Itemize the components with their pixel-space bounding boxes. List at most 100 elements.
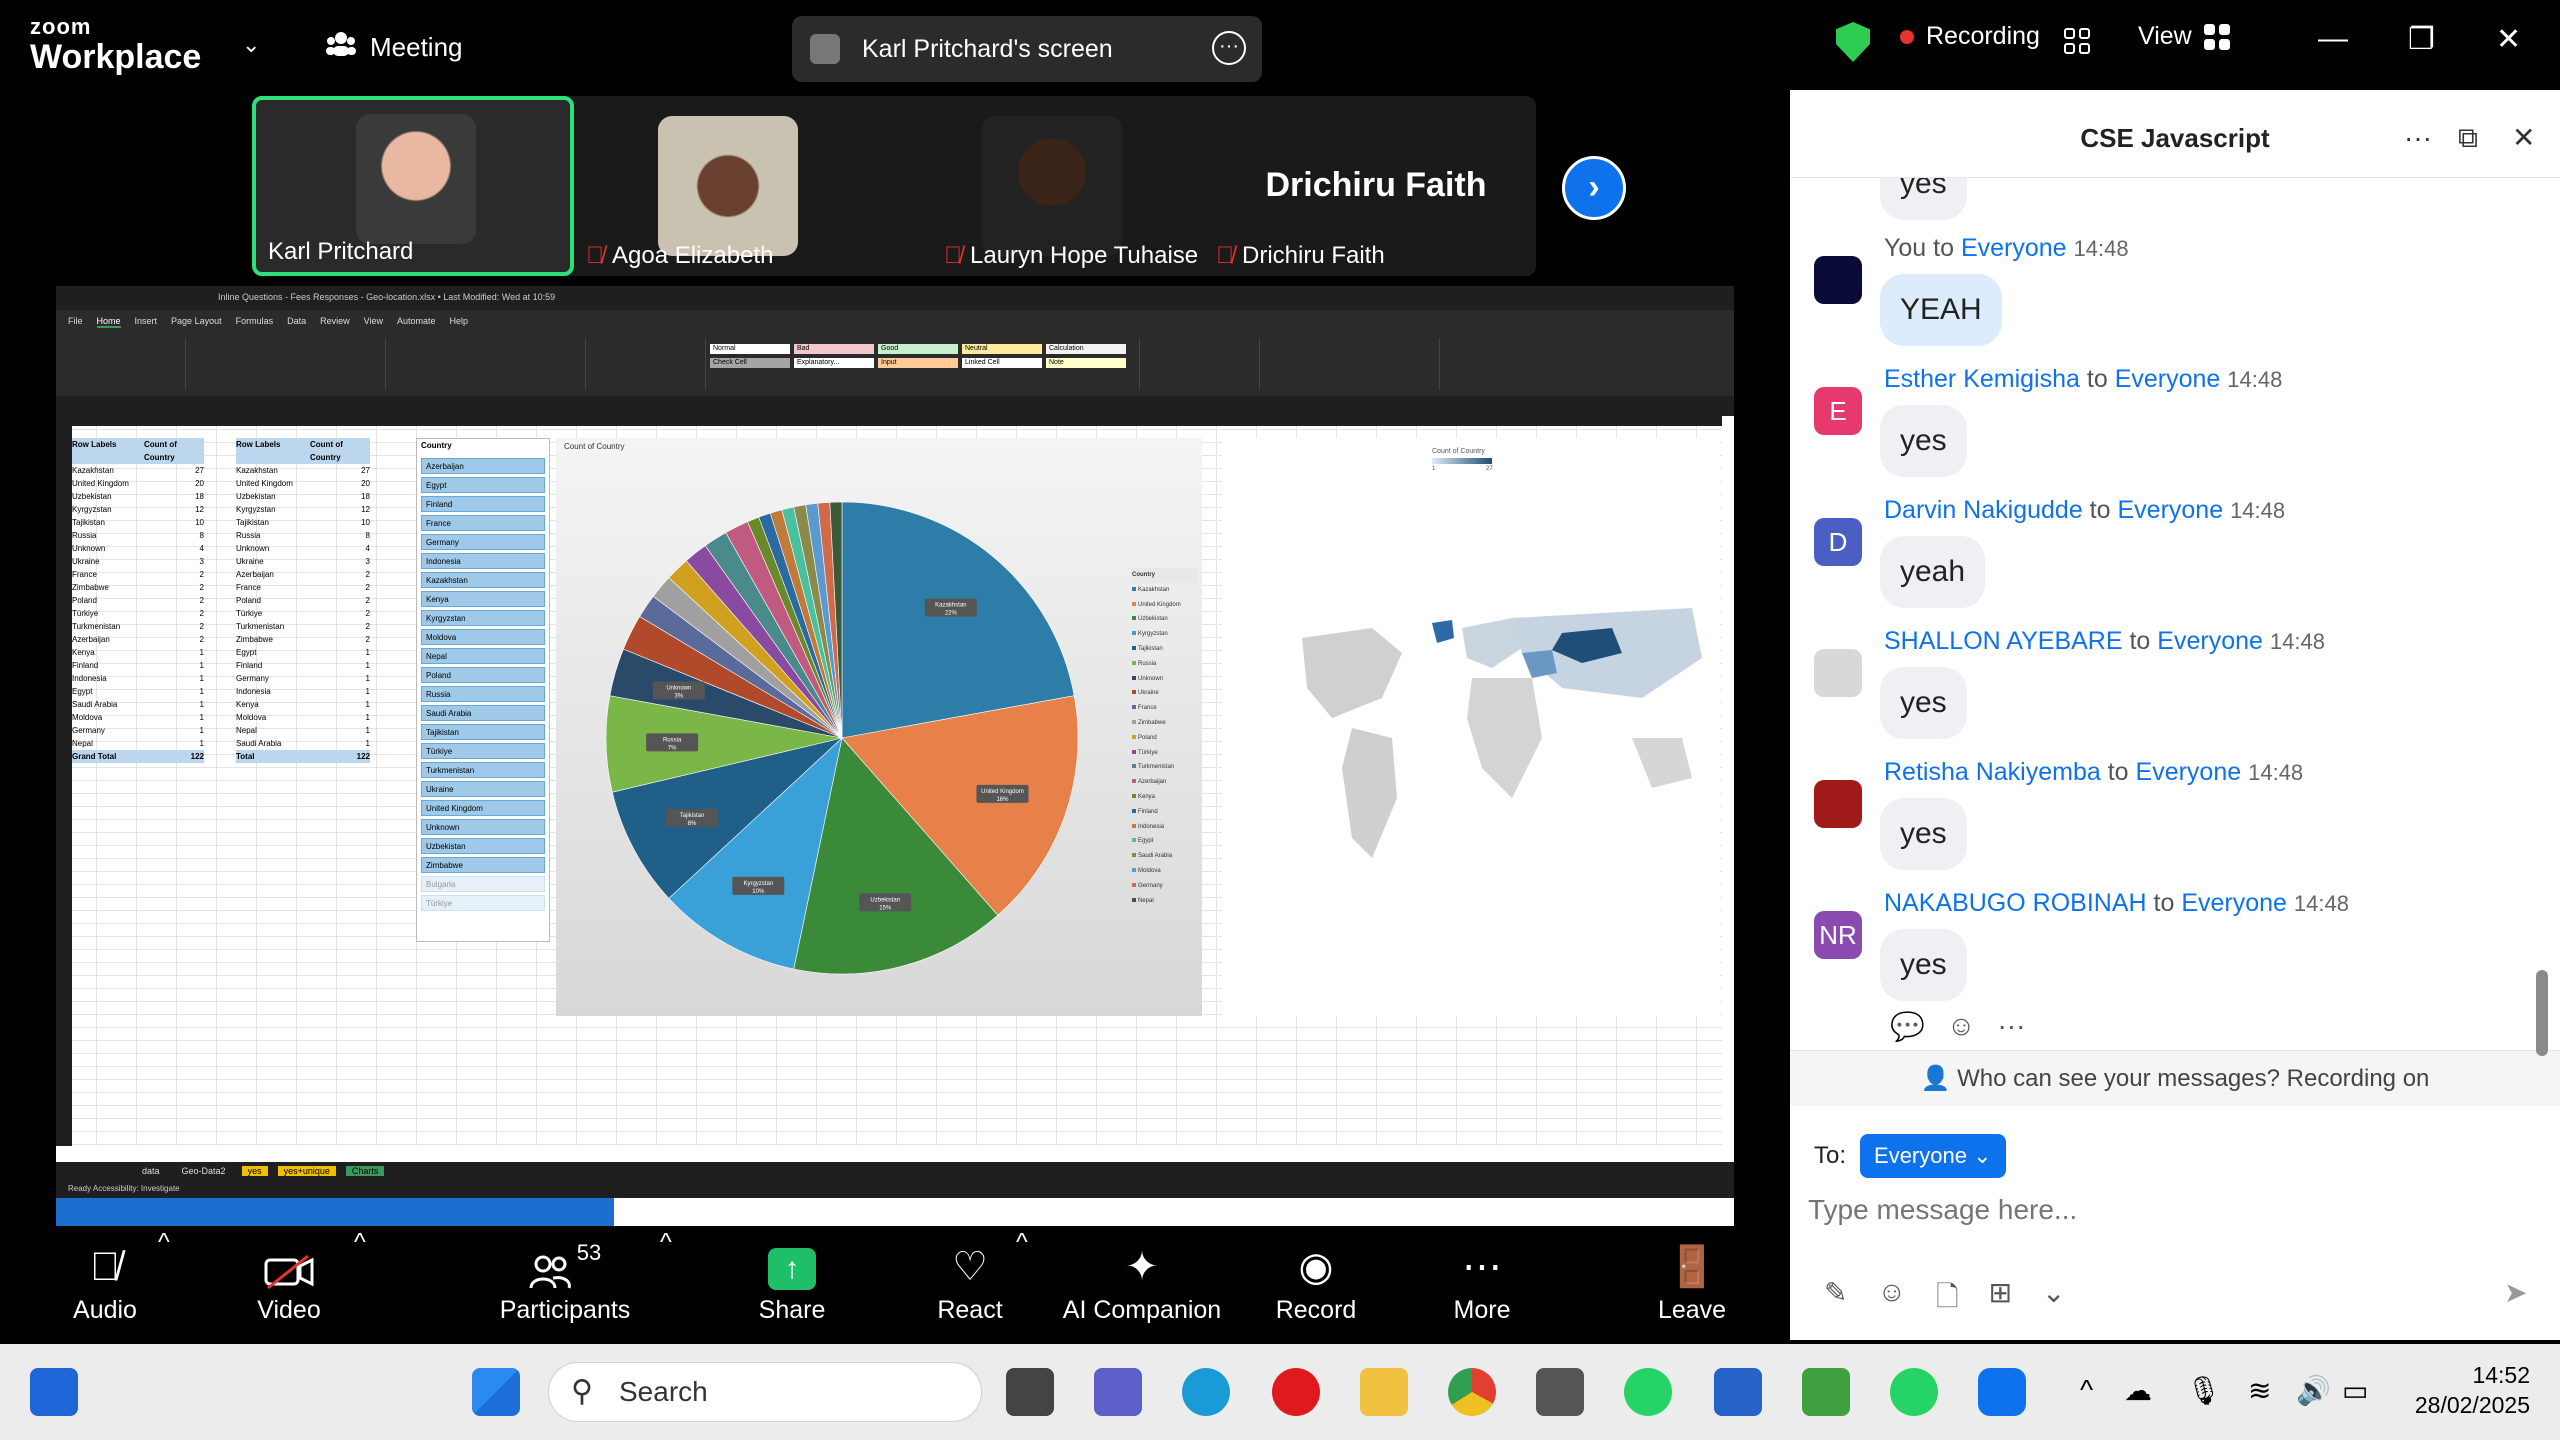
reply-icon[interactable]: 💬 (1890, 1010, 1925, 1043)
react-button[interactable]: ♡ React (920, 1228, 1020, 1340)
audio-options-caret[interactable]: ^ (158, 1228, 170, 1340)
pivot-row[interactable]: Germany 1 (236, 672, 370, 685)
pivot-row[interactable]: Turkmenistan 2 (72, 620, 204, 633)
country-slicer[interactable]: Country Azerbaijan Egypt Finland France Germ… (416, 438, 550, 942)
chat-more-icon[interactable]: ··· (2404, 90, 2432, 186)
battery-icon[interactable]: ▭ (2342, 1374, 2368, 1407)
edge-icon[interactable] (1182, 1368, 1230, 1416)
formula-bar[interactable] (56, 396, 1734, 416)
legend-item[interactable]: Indonesia (1132, 820, 1198, 835)
participants-options-caret[interactable]: ^ (660, 1228, 672, 1340)
audio-button[interactable]: 🎙̸ Audio (60, 1228, 150, 1340)
view-menu[interactable]: View (2138, 22, 2230, 51)
pivot-row[interactable]: Finland 1 (72, 659, 204, 672)
pivot-row[interactable]: Kenya 1 (236, 698, 370, 711)
add-reaction-icon[interactable]: ☺ (1947, 1010, 1976, 1043)
legend-item[interactable]: Egypt (1132, 834, 1198, 849)
file-icon[interactable]: 🗋 (1936, 1276, 1959, 1324)
pivot-row[interactable]: Indonesia 1 (72, 672, 204, 685)
pivot-row[interactable]: Tajikistan 10 (72, 516, 204, 529)
legend-item[interactable]: Saudi Arabia (1132, 849, 1198, 864)
chevron-down-icon[interactable]: ⌄ (2042, 1276, 2065, 1324)
sheet-tab[interactable]: Geo-Data2 (176, 1166, 232, 1176)
ribbon-tab[interactable]: Home (96, 316, 121, 328)
pivot-row[interactable]: Zimbabwe 2 (72, 581, 204, 594)
store-icon[interactable] (1714, 1368, 1762, 1416)
share-button[interactable]: ↑ Share (744, 1228, 840, 1340)
pivot-row[interactable]: Russia 8 (236, 529, 370, 542)
avatar[interactable] (1814, 256, 1862, 304)
legend-item[interactable]: Uzbekistan (1132, 612, 1198, 627)
legend-item[interactable]: Moldova (1132, 864, 1198, 879)
ribbon-tab[interactable]: View (364, 316, 383, 328)
recording-notice[interactable]: 👤 Who can see your messages? Recording o… (1790, 1050, 2560, 1106)
avatar[interactable] (1814, 649, 1862, 697)
taskbar-search[interactable]: ⚲ Search (548, 1362, 982, 1422)
ribbon-tab[interactable]: Review (320, 316, 350, 328)
teams-icon[interactable] (1094, 1368, 1142, 1416)
legend-item[interactable]: Kenya (1132, 790, 1198, 805)
style-cell[interactable]: Linked Cell (962, 358, 1042, 368)
close-icon[interactable]: ✕ (2496, 22, 2521, 57)
video-options-caret[interactable]: ^ (354, 1228, 366, 1340)
sheet-tab[interactable]: Charts (345, 1166, 385, 1176)
ribbon-tab[interactable]: Insert (135, 316, 158, 328)
sender-name[interactable]: NAKABUGO ROBINAH (1884, 889, 2147, 917)
pivot-row[interactable]: Egypt 1 (236, 646, 370, 659)
slicer-item[interactable]: Egypt (421, 477, 545, 493)
pivot-row[interactable]: Saudi Arabia 1 (72, 698, 204, 711)
pivot-row[interactable]: Poland 2 (72, 594, 204, 607)
style-cell[interactable]: Neutral (962, 344, 1042, 354)
pivot-table-1[interactable]: Row Labels Count of Country Kazakhstan 27 Un… (72, 438, 204, 763)
security-shield-icon[interactable] (1836, 22, 1870, 62)
shared-screen-pill[interactable]: Karl Pritchard's screen ··· (792, 16, 1262, 82)
slicer-item[interactable]: Azerbaijan (421, 458, 545, 474)
pivot-row[interactable]: Unknown 4 (72, 542, 204, 555)
avatar[interactable] (1814, 780, 1862, 828)
slicer-item[interactable]: Ukraine (421, 781, 545, 797)
slicer-item[interactable]: Zimbabwe (421, 857, 545, 873)
zoom-logo[interactable]: zoom Workplace (30, 16, 201, 75)
more-options-icon[interactable]: ··· (1212, 31, 1246, 65)
sender-name[interactable]: Retisha Nakiyemba (1884, 758, 2101, 786)
slicer-item-disabled[interactable]: Türkiye (421, 895, 545, 911)
sender-name[interactable]: Darvin Nakigudde (1884, 496, 2083, 524)
legend-item[interactable]: Finland (1132, 805, 1198, 820)
style-cell[interactable]: Check Cell (710, 358, 790, 368)
widgets-icon[interactable] (30, 1368, 78, 1416)
map-chart[interactable]: Count of Country 1 27 (1222, 438, 1720, 1016)
screenshot-icon[interactable]: ⊞ (1989, 1276, 2012, 1324)
slicer-item[interactable]: Poland (421, 667, 545, 683)
slicer-item[interactable]: Unknown (421, 819, 545, 835)
more-actions-icon[interactable]: ··· (1997, 1010, 2025, 1043)
slicer-item[interactable]: Türkiye (421, 743, 545, 759)
pivot-row[interactable]: Kyrgyzstan 12 (236, 503, 370, 516)
chat-messages[interactable]: yes You to Everyone 14:48 YEAH E Esther Kem… (1790, 178, 2560, 1058)
chevron-up-icon[interactable]: ^ (2080, 1374, 2093, 1406)
ribbon-tab[interactable]: Data (287, 316, 306, 328)
sender-name[interactable]: SHALLON AYEBARE (1884, 627, 2123, 655)
send-icon[interactable]: ➤ (2504, 1276, 2527, 1309)
pivot-row[interactable]: Kazakhstan 27 (72, 464, 204, 477)
legend-item[interactable]: Germany (1132, 879, 1198, 894)
style-cell[interactable]: Calculation (1046, 344, 1126, 354)
taskbar-clock[interactable]: 14:52 28/02/2025 (2406, 1360, 2530, 1420)
slicer-item[interactable]: Uzbekistan (421, 838, 545, 854)
video-tile-drichiru[interactable]: Drichiru Faith 🎙̸ Drichiru Faith (1216, 96, 1536, 276)
slicer-item[interactable]: Moldova (421, 629, 545, 645)
wifi-icon[interactable]: ≋ (2248, 1374, 2271, 1407)
task-view-icon[interactable] (1006, 1368, 1054, 1416)
legend-item[interactable]: Azerbaijan (1132, 775, 1198, 790)
pivot-row[interactable]: Indonesia 1 (236, 685, 370, 698)
chat-scrollbar[interactable] (2536, 970, 2548, 1056)
legend-item[interactable]: Turkmenistan (1132, 760, 1198, 775)
video-tile-agoa[interactable]: 🎙̸ Agoa Elizabeth (574, 96, 894, 276)
legend-item[interactable]: United Kingdom (1132, 598, 1198, 613)
legend-item[interactable]: Poland (1132, 731, 1198, 746)
style-cell[interactable]: Normal (710, 344, 790, 354)
file-explorer-icon[interactable] (1360, 1368, 1408, 1416)
pivot-row[interactable]: Poland 2 (236, 594, 370, 607)
popout-icon[interactable]: ⧉ (2458, 90, 2478, 186)
avatar[interactable]: D (1814, 518, 1862, 566)
style-cell[interactable]: Bad (794, 344, 874, 354)
